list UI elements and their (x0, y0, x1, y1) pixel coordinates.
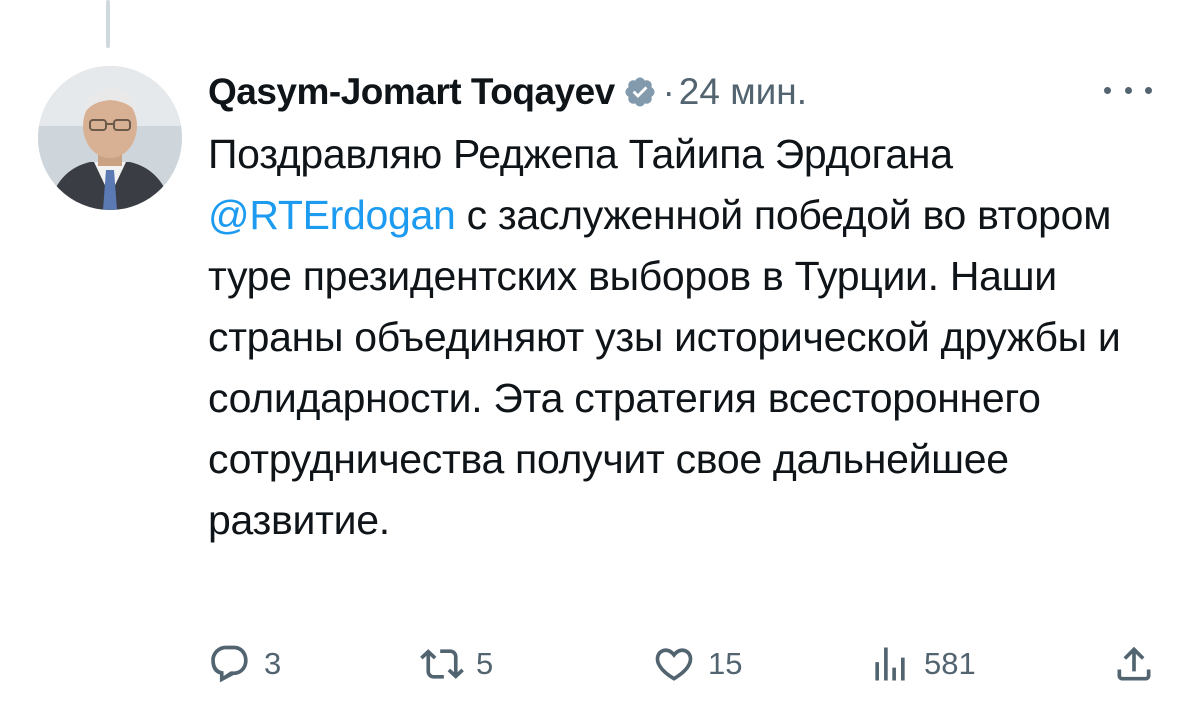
share-button[interactable] (1112, 636, 1156, 692)
timestamp[interactable]: 24 мин. (679, 71, 807, 113)
mention-link[interactable]: @RTErdogan (208, 192, 456, 238)
views-count: 581 (924, 646, 976, 681)
repost-icon (420, 649, 464, 679)
like-count: 15 (708, 646, 743, 681)
more-options-icon[interactable] (1104, 76, 1152, 104)
tweet-header: Qasym-Jomart Toqayev · 24 мин. (208, 64, 807, 120)
avatar-photo (38, 66, 182, 210)
share-icon (1117, 646, 1151, 681)
more-dot (1124, 86, 1132, 94)
tweet-text-intro: Поздравляю Реджепа Тайипа Эрдогана (208, 131, 953, 177)
tweet-text: Поздравляю Реджепа Тайипа Эрдогана @RTErd… (208, 124, 1168, 551)
header-separator: · (662, 71, 675, 112)
tweet-actions-bar: 3 5 15 581 (208, 636, 1164, 692)
repost-button[interactable]: 5 (420, 636, 493, 692)
heart-icon (655, 648, 693, 681)
thread-connector-line (106, 0, 110, 48)
avatar[interactable] (38, 66, 182, 210)
views-icon (875, 647, 905, 681)
views-button[interactable]: 581 (868, 636, 976, 692)
tweet-text-body: с заслуженной победой во втором туре пре… (208, 192, 1121, 543)
repost-count: 5 (476, 646, 494, 681)
reply-icon (211, 645, 248, 683)
more-dot (1145, 86, 1152, 94)
author-name[interactable]: Qasym-Jomart Toqayev (208, 71, 615, 113)
like-button[interactable]: 15 (652, 636, 742, 692)
reply-button[interactable]: 3 (208, 636, 281, 692)
reply-count: 3 (264, 646, 282, 681)
more-dot (1104, 86, 1111, 94)
verified-badge-icon[interactable] (623, 75, 657, 109)
